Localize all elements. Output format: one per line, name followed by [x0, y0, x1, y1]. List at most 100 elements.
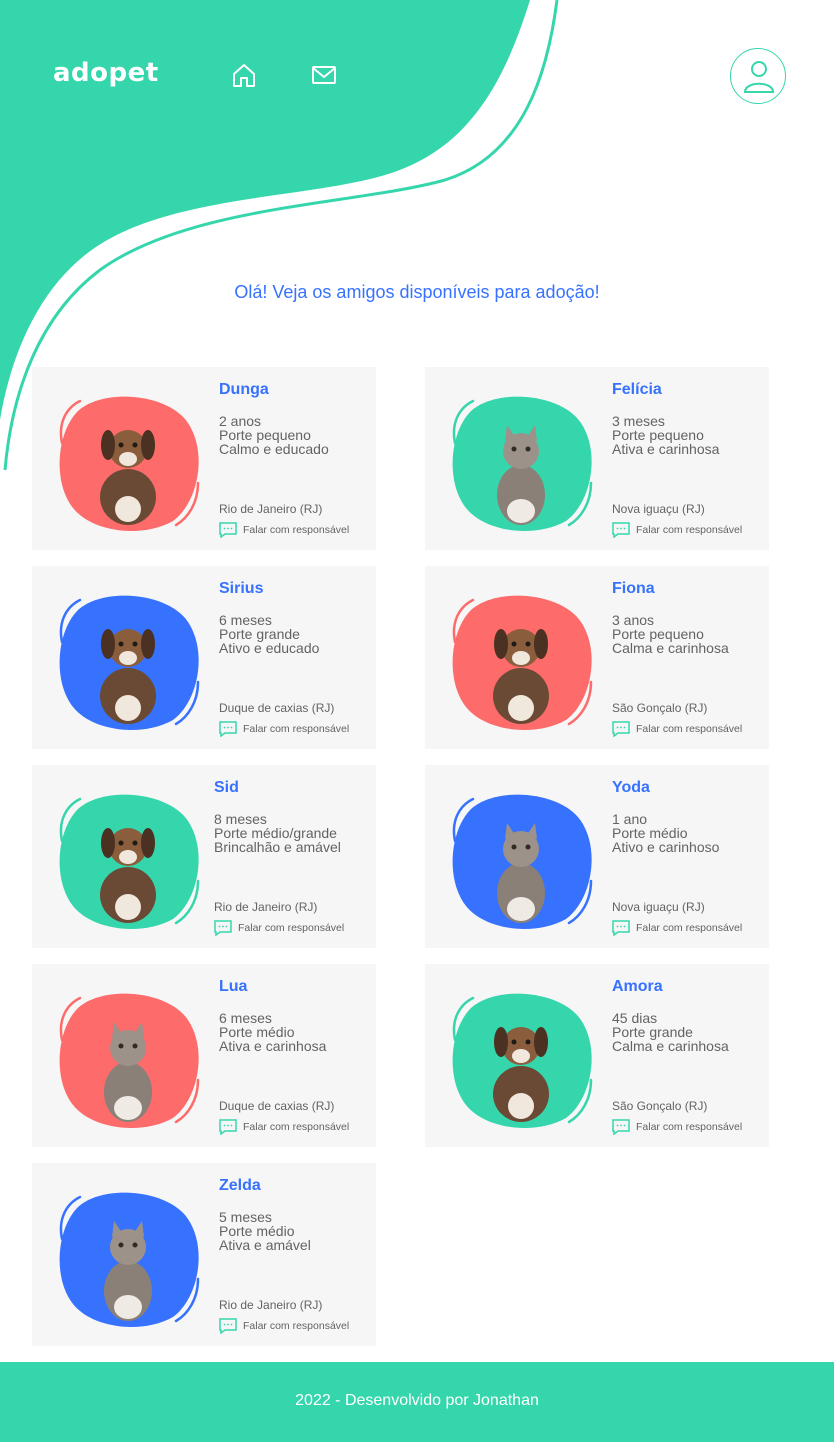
contact-owner-label: Falar com responsável — [243, 1320, 350, 1332]
contact-owner-label: Falar com responsável — [636, 723, 743, 735]
pet-size: Porte médio/grande — [214, 825, 337, 841]
pet-name: Zelda — [219, 1177, 261, 1194]
pet-location: Rio de Janeiro (RJ) — [214, 900, 318, 914]
contact-owner-label: Falar com responsável — [243, 524, 350, 536]
pet-temperament: Calmo e educado — [219, 441, 329, 457]
pet-card[interactable]: Felícia 3 meses Porte pequeno Ativa e carin… — [425, 367, 769, 550]
contact-owner-link[interactable]: Falar com responsável — [612, 522, 742, 538]
pet-card[interactable]: Yoda 1 ano Porte médio Ativo e carinhoso Nov… — [425, 765, 769, 948]
pet-temperament: Ativa e carinhosa — [612, 441, 720, 457]
contact-owner-link[interactable]: Falar com responsável — [219, 522, 349, 538]
mail-icon[interactable] — [311, 62, 337, 88]
header: adopet — [0, 0, 834, 150]
chat-bubble-icon — [219, 721, 237, 737]
pet-name: Amora — [612, 978, 663, 995]
contact-owner-label: Falar com responsável — [238, 922, 345, 934]
adopet-logo[interactable]: adopet — [53, 58, 159, 88]
pet-location: Nova iguaçu (RJ) — [612, 502, 705, 516]
chat-bubble-icon — [612, 721, 630, 737]
contact-owner-label: Falar com responsável — [636, 1121, 743, 1133]
pet-location: Rio de Janeiro (RJ) — [219, 1298, 323, 1312]
pet-name: Dunga — [219, 381, 269, 398]
pet-age: 2 anos — [219, 413, 262, 429]
pet-size: Porte grande — [219, 626, 300, 642]
contact-owner-link[interactable]: Falar com responsável — [612, 721, 742, 737]
pet-age: 45 dias — [612, 1010, 658, 1026]
user-avatar-button[interactable] — [730, 48, 786, 104]
contact-owner-link[interactable]: Falar com responsável — [612, 920, 742, 936]
pet-temperament: Ativo e educado — [219, 640, 320, 656]
chat-bubble-icon — [612, 522, 630, 538]
pet-location: São Gonçalo (RJ) — [612, 701, 708, 715]
pet-age: 5 meses — [219, 1209, 272, 1225]
pet-photo — [59, 794, 200, 929]
pet-size: Porte pequeno — [612, 626, 704, 642]
pet-location: Rio de Janeiro (RJ) — [219, 502, 323, 516]
pet-info: Dunga 2 anos Porte pequeno Calmo e educado R… — [219, 381, 370, 551]
pet-info: Sid 8 meses Porte médio/grande Brincalhão e… — [214, 779, 370, 949]
contact-owner-link[interactable]: Falar com responsável — [219, 1318, 349, 1334]
contact-owner-link[interactable]: Falar com responsável — [612, 1119, 742, 1135]
home-icon[interactable] — [231, 62, 257, 88]
pet-location: Nova iguaçu (RJ) — [612, 900, 705, 914]
pet-card[interactable]: Fiona 3 anos Porte pequeno Calma e carinhos… — [425, 566, 769, 749]
pet-card[interactable]: Lua 6 meses Porte médio Ativa e carinhosa Du… — [32, 964, 376, 1147]
pet-temperament: Ativa e amável — [219, 1237, 311, 1253]
pet-size: Porte médio — [612, 825, 688, 841]
pet-info: Zelda 5 meses Porte médio Ativa e amável Rio… — [219, 1177, 370, 1347]
pet-info: Amora 45 dias Porte grande Calma e carinhos… — [612, 978, 763, 1148]
pet-photo — [452, 993, 593, 1128]
pet-card[interactable]: Amora 45 dias Porte grande Calma e carinhos… — [425, 964, 769, 1147]
pet-name: Fiona — [612, 580, 655, 597]
chat-bubble-icon — [219, 522, 237, 538]
pet-card[interactable]: Sid 8 meses Porte médio/grande Brincalhão e… — [32, 765, 376, 948]
pet-location: São Gonçalo (RJ) — [612, 1099, 708, 1113]
contact-owner-label: Falar com responsável — [243, 1121, 350, 1133]
pet-age: 3 meses — [612, 413, 665, 429]
pet-size: Porte pequeno — [612, 427, 704, 443]
pet-photo — [452, 595, 593, 730]
pet-photo — [452, 794, 593, 929]
pet-age: 1 ano — [612, 811, 648, 827]
page-greeting: Olá! Veja os amigos disponíveis para ado… — [234, 282, 600, 302]
pet-photo — [59, 595, 200, 730]
pet-photo — [59, 993, 200, 1128]
pet-photo — [59, 396, 200, 531]
pet-photo — [59, 1192, 200, 1327]
pet-temperament: Ativa e carinhosa — [219, 1038, 327, 1054]
pet-name: Felícia — [612, 381, 662, 398]
pet-age: 8 meses — [214, 811, 267, 827]
pet-name: Sirius — [219, 580, 264, 597]
pet-info: Yoda 1 ano Porte médio Ativo e carinhoso Nov… — [612, 779, 763, 949]
contact-owner-label: Falar com responsável — [636, 922, 743, 934]
pet-size: Porte médio — [219, 1223, 295, 1239]
pet-temperament: Brincalhão e amável — [214, 839, 341, 855]
pet-location: Duque de caxias (RJ) — [219, 1099, 335, 1113]
pet-name: Lua — [219, 978, 248, 995]
footer: 2022 - Desenvolvido por Jonathan — [0, 1362, 834, 1442]
pet-photo — [452, 396, 593, 531]
footer-credit: 2022 - Desenvolvido por Jonathan — [295, 1392, 539, 1409]
pet-info: Felícia 3 meses Porte pequeno Ativa e carin… — [612, 381, 763, 551]
contact-owner-link[interactable]: Falar com responsável — [214, 920, 344, 936]
pet-age: 3 anos — [612, 612, 655, 628]
pet-location: Duque de caxias (RJ) — [219, 701, 335, 715]
pet-card[interactable]: Dunga 2 anos Porte pequeno Calmo e educado R… — [32, 367, 376, 550]
pet-age: 6 meses — [219, 612, 272, 628]
contact-owner-label: Falar com responsável — [243, 723, 350, 735]
pet-info: Sirius 6 meses Porte grande Ativo e educado… — [219, 580, 370, 750]
chat-bubble-icon — [219, 1318, 237, 1334]
contact-owner-link[interactable]: Falar com responsável — [219, 1119, 349, 1135]
pet-card[interactable]: Zelda 5 meses Porte médio Ativa e amável Rio… — [32, 1163, 376, 1346]
pet-name: Sid — [214, 779, 239, 796]
chat-bubble-icon — [214, 920, 232, 936]
pet-card[interactable]: Sirius 6 meses Porte grande Ativo e educado… — [32, 566, 376, 749]
pet-size: Porte grande — [612, 1024, 693, 1040]
contact-owner-link[interactable]: Falar com responsável — [219, 721, 349, 737]
pet-name: Yoda — [612, 779, 650, 796]
pet-info: Lua 6 meses Porte médio Ativa e carinhosa Du… — [219, 978, 370, 1148]
pet-size: Porte médio — [219, 1024, 295, 1040]
chat-bubble-icon — [612, 1119, 630, 1135]
pet-temperament: Calma e carinhosa — [612, 640, 729, 656]
pet-temperament: Calma e carinhosa — [612, 1038, 729, 1054]
